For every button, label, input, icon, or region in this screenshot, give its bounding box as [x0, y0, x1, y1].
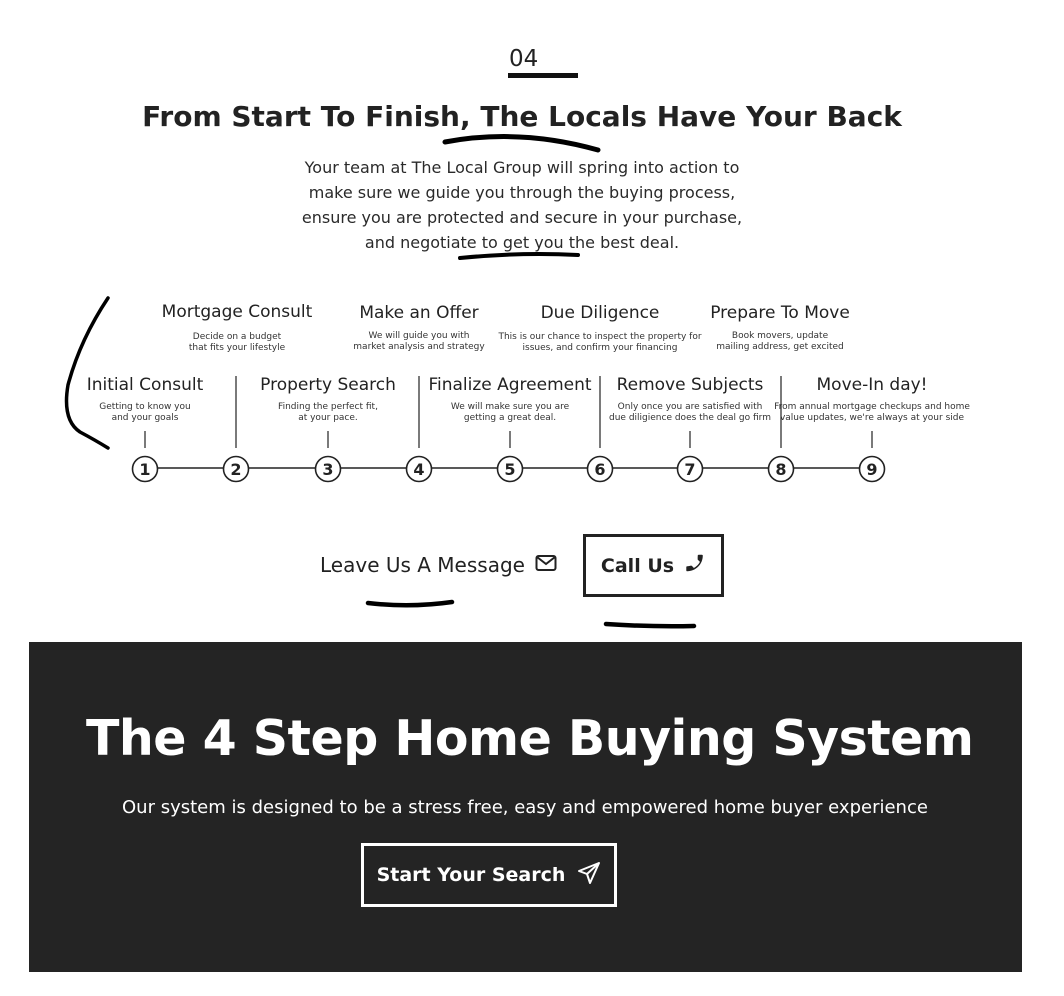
process-timeline: 1 2 3 4 5 6 7 8 9 Mortgage Consult Decid… [0, 0, 1064, 520]
step-number: 6 [594, 460, 605, 479]
step-title: Property Search [260, 375, 396, 395]
step-number: 5 [504, 460, 515, 479]
step-number: 9 [866, 460, 877, 479]
home-buying-system-section: The 4 Step Home Buying System Our system… [29, 642, 1022, 972]
step-title: Initial Consult [86, 375, 204, 395]
step-desc: We will make sure you are getting a grea… [450, 402, 570, 423]
step-desc: Decide on a budget that fits your lifest… [188, 332, 286, 353]
phone-icon [684, 552, 706, 579]
leave-message-link[interactable]: Leave Us A Message [320, 553, 557, 577]
call-us-label: Call Us [600, 554, 675, 577]
step-title: Remove Subjects [616, 375, 764, 395]
step-number: 4 [413, 460, 424, 479]
system-subtitle: Our system is designed to be a stress fr… [122, 797, 928, 818]
step-desc: From annual mortgage checkups and home v… [774, 402, 970, 423]
annotation-underline [365, 599, 455, 608]
step-number: 1 [139, 460, 150, 479]
step-title: Prepare To Move [710, 303, 850, 323]
start-search-label: Start Your Search [376, 864, 566, 886]
step-number: 7 [684, 460, 695, 479]
envelope-icon [535, 553, 557, 577]
step-number: 8 [775, 460, 786, 479]
paper-plane-icon [577, 861, 601, 890]
step-title: Mortgage Consult [161, 302, 313, 322]
system-title: The 4 Step Home Buying System [86, 710, 974, 767]
start-search-button[interactable]: Start Your Search [361, 843, 617, 907]
step-desc: Getting to know you and your goals [99, 402, 191, 423]
leave-message-label: Leave Us A Message [320, 553, 525, 577]
step-title: Move-In day! [816, 375, 928, 395]
step-title: Finalize Agreement [428, 375, 592, 395]
call-us-button[interactable]: Call Us [583, 534, 724, 597]
step-number: 2 [230, 460, 241, 479]
step-desc: Only once you are satisfied with due dil… [609, 402, 771, 423]
annotation-underline [603, 621, 697, 629]
timeline-graphic: 1 2 3 4 5 6 7 8 9 [131, 376, 886, 483]
step-desc: Book movers, update mailing address, get… [716, 331, 844, 352]
step-desc: Finding the perfect fit, at your pace. [278, 402, 378, 423]
step-number: 3 [322, 460, 333, 479]
